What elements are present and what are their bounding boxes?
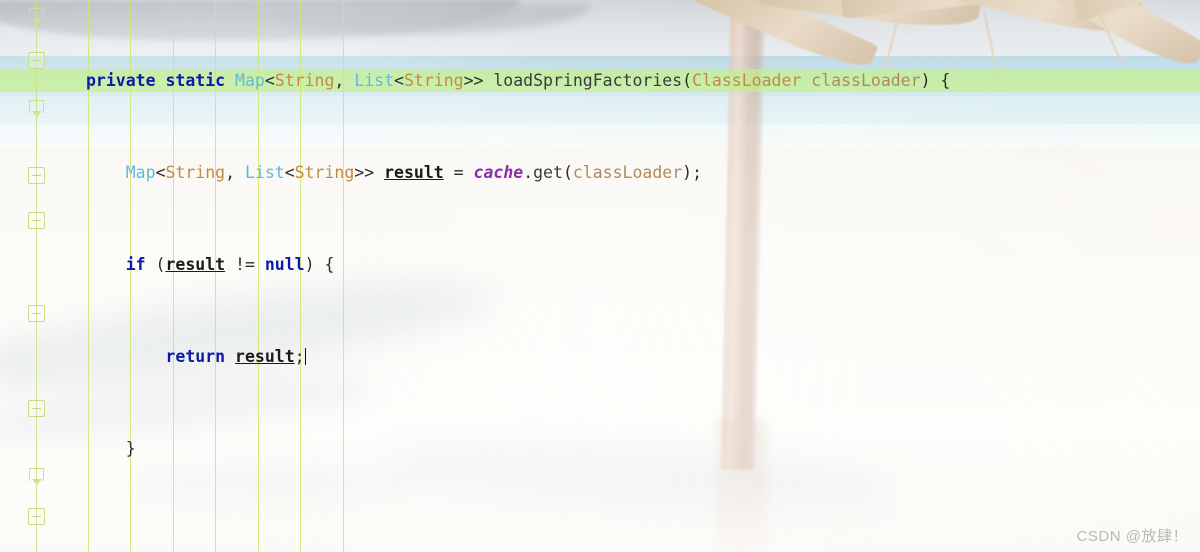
text-caret	[304, 348, 307, 365]
code-line[interactable]: }	[0, 437, 1200, 460]
editor-window: private static Map<String, List<String>>…	[0, 0, 1200, 552]
csdn-watermark: CSDN @放肆！	[1076, 528, 1188, 545]
code-editor-surface[interactable]: private static Map<String, List<String>>…	[0, 0, 1200, 552]
code-line[interactable]	[0, 529, 1200, 552]
code-line-current[interactable]: return result;	[0, 345, 1200, 368]
code-line[interactable]: if (result != null) {	[0, 253, 1200, 276]
code-text[interactable]: private static Map<String, List<String>>…	[0, 0, 1200, 552]
code-line[interactable]: private static Map<String, List<String>>…	[0, 69, 1200, 92]
code-line[interactable]: Map<String, List<String>> result = cache…	[0, 161, 1200, 184]
